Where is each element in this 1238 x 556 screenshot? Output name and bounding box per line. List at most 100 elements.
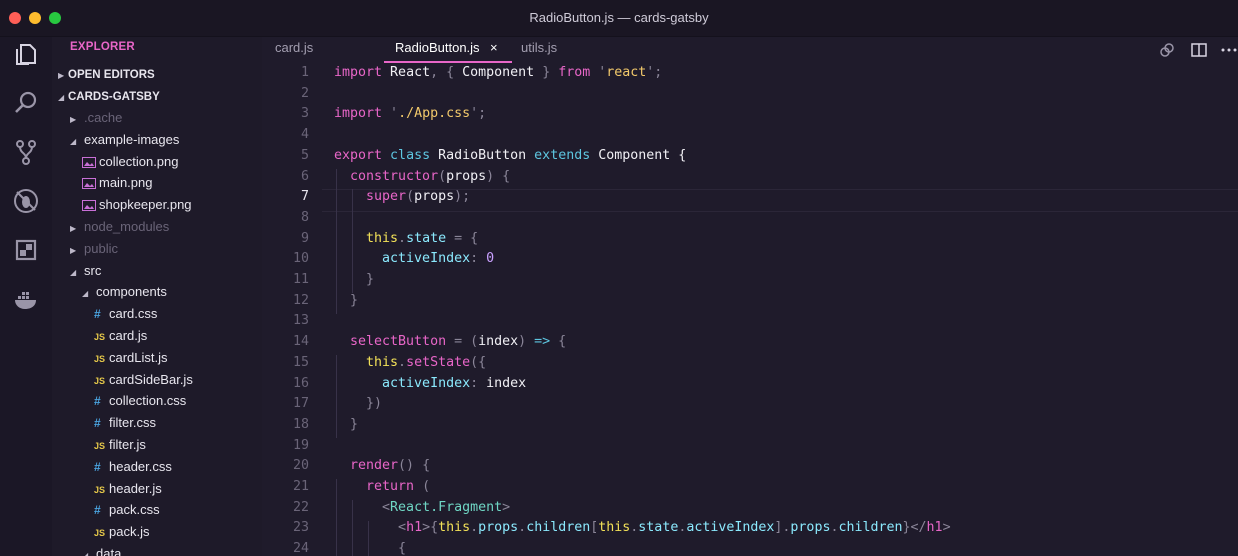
code-editor[interactable]: 1 import React, { Component } from 'react… <box>262 65 1238 556</box>
tree-item-label: cardList.js <box>109 349 168 365</box>
tree-item[interactable]: ▶ public <box>70 238 118 259</box>
code-line: 14 selectButton = (index) => { <box>262 332 1238 353</box>
code-line: 24 { <box>262 539 1238 556</box>
tree-item[interactable]: # collection.css <box>94 390 186 411</box>
code-text: render() { <box>334 458 431 474</box>
tree-item[interactable]: # card.css <box>94 303 157 324</box>
line-number: 13 <box>292 313 309 329</box>
tree-item[interactable]: JS pack.js <box>94 521 149 542</box>
js-file-icon: JS <box>94 375 106 386</box>
tree-item[interactable]: ◢ example-images <box>70 129 179 150</box>
tree-item-label: pack.js <box>109 524 150 540</box>
tree-item-label: filter.css <box>109 415 156 431</box>
extensions-icon[interactable] <box>11 235 41 265</box>
split-editor-icon[interactable] <box>1190 41 1208 59</box>
line-number: 16 <box>292 375 309 391</box>
chevron-down-icon: ◢ <box>70 136 77 146</box>
tree-item-label: collection.css <box>109 393 187 409</box>
code-line: 9 this.state = { <box>262 229 1238 250</box>
code-line: 16 activeIndex: index <box>262 374 1238 395</box>
tree-item-label: components <box>96 284 167 300</box>
image-file-icon <box>82 200 96 212</box>
code-line: 3 import './App.css'; <box>262 104 1238 125</box>
tab-utils-js[interactable]: utils.js <box>521 37 557 65</box>
code-text: activeIndex: 0 <box>334 251 495 267</box>
tree-item[interactable]: ◢ data <box>82 543 121 556</box>
tree-item[interactable]: JS cardSideBar.js <box>94 369 193 390</box>
code-text: activeIndex: index <box>334 375 527 391</box>
code-text: { <box>334 541 407 556</box>
open-editors-section[interactable]: ▶ OPEN EDITORS <box>58 63 155 84</box>
title-bar: RadioButton.js — cards-gatsby <box>0 0 1238 37</box>
search-icon[interactable] <box>11 88 41 118</box>
code-line: 20 render() { <box>262 456 1238 477</box>
project-section[interactable]: ◢ CARDS-GATSBY <box>58 85 160 106</box>
tree-item-label: src <box>84 262 102 278</box>
code-line: 4 <box>262 125 1238 146</box>
tree-item[interactable]: JS filter.js <box>94 434 146 455</box>
active-tab-indicator <box>384 61 512 63</box>
code-text: this.state = { <box>334 230 479 246</box>
js-file-icon: JS <box>94 353 106 364</box>
tree-item-label: .cache <box>84 110 123 125</box>
tree-item-label: pack.css <box>109 502 160 518</box>
tree-item-label: public <box>84 240 118 256</box>
line-number: 20 <box>292 458 309 474</box>
code-line: 7 super(props); <box>262 187 1238 208</box>
line-number: 21 <box>292 479 309 494</box>
code-text: selectButton = (index) => { <box>334 334 567 350</box>
js-file-icon: JS <box>94 441 106 451</box>
source-control-icon[interactable] <box>11 137 41 167</box>
line-number: 10 <box>292 251 309 267</box>
chevron-right-icon: ▶ <box>70 224 77 233</box>
image-file-icon <box>82 178 96 190</box>
line-number: 2 <box>300 85 309 101</box>
more-actions-icon[interactable] <box>1220 41 1238 59</box>
code-text: } <box>334 272 375 287</box>
debug-icon[interactable] <box>11 186 41 216</box>
docker-icon[interactable] <box>11 285 41 315</box>
code-text: export class RadioButton extends Compone… <box>334 147 687 163</box>
code-text: } <box>334 416 359 432</box>
line-number: 18 <box>292 416 309 432</box>
code-text: constructor(props) { <box>334 168 511 184</box>
line-number: 23 <box>292 520 309 536</box>
css-file-icon: # <box>94 394 101 409</box>
tree-item[interactable]: collection.png <box>82 151 179 172</box>
tree-item[interactable]: ◢ components <box>82 281 167 302</box>
code-line: 6 constructor(props) { <box>262 167 1238 188</box>
code-text: return ( <box>334 479 431 494</box>
tree-item[interactable]: # header.css <box>94 456 172 477</box>
tree-item[interactable]: # pack.css <box>94 499 160 520</box>
chevron-right-icon: ▶ <box>58 71 65 80</box>
tree-item-label: filter.js <box>109 437 146 452</box>
tree-item[interactable]: ▶ .cache <box>70 107 122 128</box>
tree-item[interactable]: ▶ node_modules <box>70 216 169 237</box>
tree-item[interactable]: JS header.js <box>94 478 162 499</box>
tree-item[interactable]: ◢ src <box>70 260 101 281</box>
line-number: 9 <box>300 230 309 246</box>
code-text: <h1>{this.props.children[this.state.acti… <box>334 520 951 536</box>
line-number: 22 <box>292 499 309 515</box>
code-line: 10 activeIndex: 0 <box>262 249 1238 270</box>
files-icon[interactable] <box>11 39 41 69</box>
code-text: super(props); <box>334 189 471 205</box>
open-changes-icon[interactable] <box>1158 41 1176 59</box>
tree-item[interactable]: JS card.js <box>94 325 147 346</box>
tree-item-label: header.css <box>109 458 172 474</box>
close-tab-button[interactable]: × <box>490 37 498 59</box>
tree-item[interactable]: # filter.css <box>94 412 156 433</box>
tab-card-js[interactable]: card.js <box>275 37 313 65</box>
line-number: 7 <box>300 189 309 205</box>
tree-item[interactable]: JS cardList.js <box>94 347 168 368</box>
code-text: <React.Fragment> <box>334 499 511 515</box>
css-file-icon: # <box>94 459 101 474</box>
tree-item-label: card.js <box>109 328 148 343</box>
tree-item[interactable]: shopkeeper.png <box>82 194 192 215</box>
line-number: 15 <box>292 354 309 370</box>
tree-item[interactable]: main.png <box>82 172 152 193</box>
code-line: 21 return ( <box>262 477 1238 498</box>
chevron-down-icon: ◢ <box>82 289 89 299</box>
code-text: } <box>334 292 359 308</box>
tree-item-label: data <box>96 546 122 556</box>
